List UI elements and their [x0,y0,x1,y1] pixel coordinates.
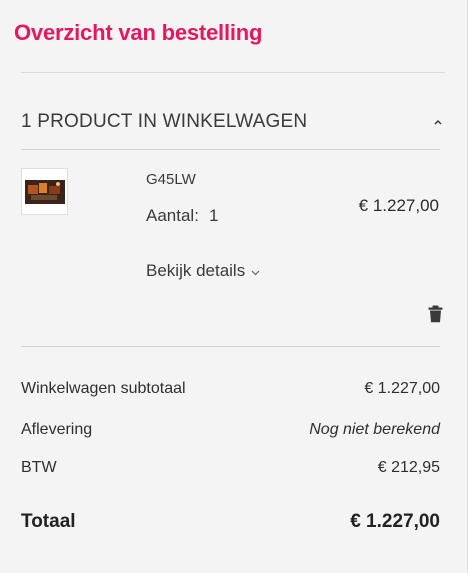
grand-total-label: Totaal [21,511,76,532]
quantity-label: Aantal: [146,206,199,225]
delivery-row: Aflevering Nog niet berekend [21,421,440,439]
product-image-icon [24,179,65,204]
grand-total-row: Totaal € 1.227,00 [21,511,440,533]
cart-items-toggle[interactable]: 1 PRODUCT IN WINKELWAGEN [21,108,445,136]
chevron-down-icon [251,261,260,281]
vat-label: BTW [21,459,57,476]
product-thumbnail[interactable] [21,168,68,215]
order-summary-panel: Overzicht van bestelling 1 PRODUCT IN WI… [0,0,468,573]
product-quantity: Aantal: 1 [146,206,218,226]
divider [21,346,440,347]
vat-value: € 212,95 [377,459,440,476]
order-summary-title: Overzicht van bestelling [14,20,263,45]
trash-icon [428,305,443,323]
view-details-toggle[interactable]: Bekijk details [146,261,260,281]
delivery-label: Aflevering [21,421,93,438]
remove-item-button[interactable] [428,305,443,323]
delivery-value: Nog niet berekend [309,421,440,438]
subtotal-label: Winkelwagen subtotaal [21,380,186,397]
chevron-up-icon [431,115,445,129]
product-price: € 1.227,00 [358,196,439,215]
product-name: G45LW [146,171,196,188]
subtotal-row: Winkelwagen subtotaal € 1.227,00 [21,380,440,398]
cart-items-count-label: 1 PRODUCT IN WINKELWAGEN [21,111,308,132]
vat-row: BTW € 212,95 [21,459,440,477]
grand-total-value: € 1.227,00 [350,511,440,532]
quantity-value: 1 [208,206,219,225]
view-details-label: Bekijk details [146,261,246,280]
subtotal-value: € 1.227,00 [364,380,440,397]
divider [21,72,445,73]
divider [21,149,440,150]
